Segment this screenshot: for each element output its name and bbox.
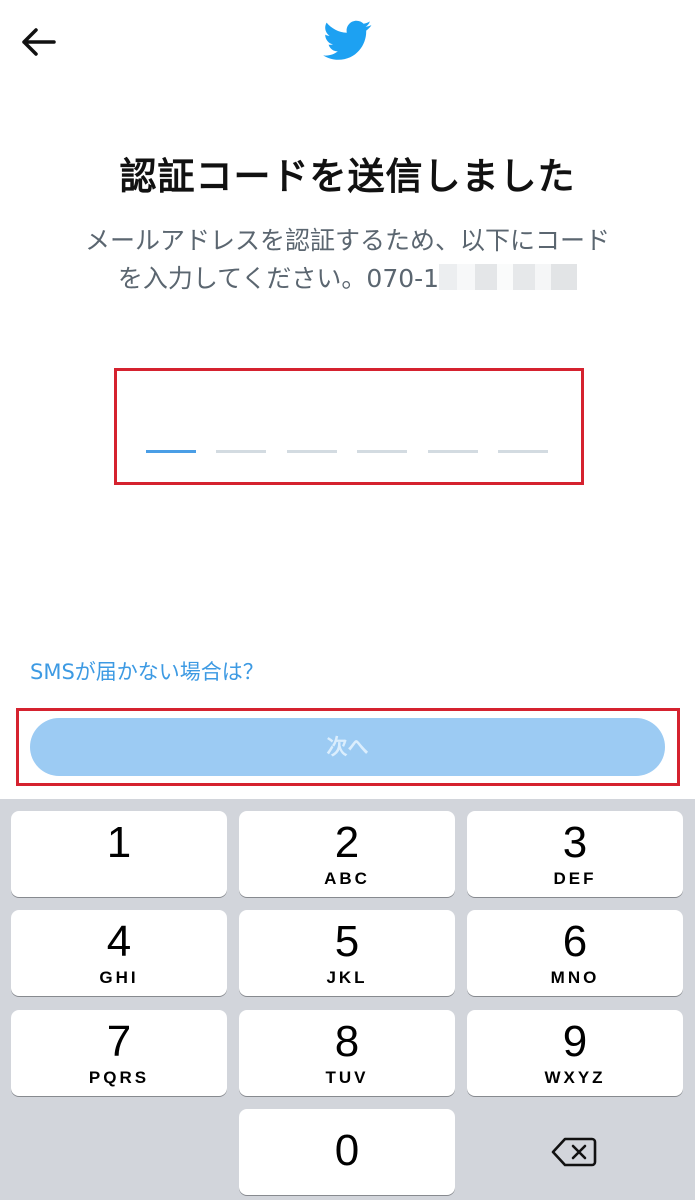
- key-2-letters: ABC: [324, 869, 370, 888]
- key-4-letters: GHI: [99, 968, 139, 987]
- description-text: メールアドレスを認証するため、以下にコード を入力してください。070-1: [60, 222, 635, 298]
- code-digit-slot-1[interactable]: [146, 450, 196, 453]
- key-5[interactable]: 5 JKL: [239, 910, 455, 996]
- back-button[interactable]: [16, 20, 60, 64]
- masked-phone-number: [439, 264, 578, 290]
- key-2-number: 2: [334, 818, 360, 867]
- code-digit-slot-3[interactable]: [287, 450, 337, 453]
- key-9-number: 9: [562, 1017, 588, 1066]
- key-5-letters: JKL: [326, 968, 368, 987]
- key-1-number: 1: [106, 818, 132, 867]
- code-digit-slot-4[interactable]: [357, 450, 407, 453]
- key-1[interactable]: 1: [11, 811, 227, 897]
- key-3[interactable]: 3 DEF: [467, 811, 683, 897]
- key-6[interactable]: 6 MNO: [467, 910, 683, 996]
- verification-code-screen: 認証コードを送信しました メールアドレスを認証するため、以下にコード を入力して…: [0, 0, 695, 1200]
- code-input-highlight-frame: [114, 368, 584, 485]
- key-6-letters: MNO: [550, 968, 600, 987]
- page-title: 認証コードを送信しました: [119, 155, 576, 198]
- key-7-number: 7: [106, 1017, 132, 1066]
- key-8-letters: TUV: [325, 1068, 369, 1087]
- key-8[interactable]: 8 TUV: [239, 1010, 455, 1096]
- backspace-icon: [551, 1137, 597, 1167]
- key-0-number: 0: [334, 1126, 360, 1175]
- key-8-number: 8: [334, 1017, 360, 1066]
- key-4[interactable]: 4 GHI: [11, 910, 227, 996]
- key-6-number: 6: [562, 917, 588, 966]
- description-line-2: を入力してください。070-1: [60, 260, 635, 298]
- key-3-letters: DEF: [553, 869, 597, 888]
- delete-key[interactable]: [466, 1109, 682, 1195]
- key-5-number: 5: [334, 917, 360, 966]
- key-2[interactable]: 2 ABC: [239, 811, 455, 897]
- key-9-letters: WXYZ: [544, 1068, 606, 1087]
- key-9[interactable]: 9 WXYZ: [467, 1010, 683, 1096]
- key-3-number: 3: [562, 818, 588, 867]
- code-digit-slot-5[interactable]: [428, 450, 478, 453]
- twitter-bird-icon: [323, 20, 372, 60]
- key-7[interactable]: 7 PQRS: [11, 1010, 227, 1096]
- key-0[interactable]: 0: [239, 1109, 455, 1195]
- next-button[interactable]: 次へ: [30, 718, 665, 776]
- arrow-left-icon: [22, 28, 56, 56]
- code-digit-slot-2[interactable]: [216, 450, 266, 453]
- description-line-1: メールアドレスを認証するため、以下にコード: [84, 226, 610, 255]
- sms-not-received-link[interactable]: SMSが届かない場合は？: [30, 656, 264, 686]
- description-line-2-text: を入力してください。070-1: [117, 264, 440, 293]
- key-4-number: 4: [106, 917, 132, 966]
- key-7-letters: PQRS: [88, 1068, 150, 1087]
- code-digit-slot-6[interactable]: [498, 450, 548, 453]
